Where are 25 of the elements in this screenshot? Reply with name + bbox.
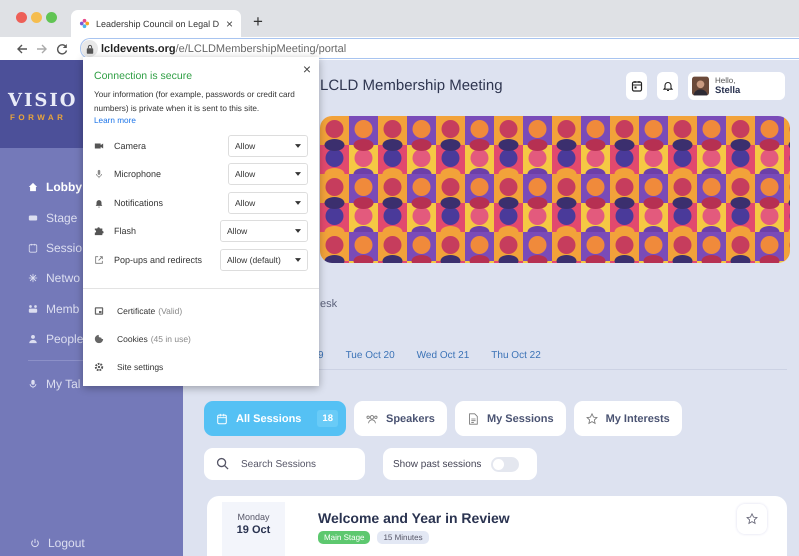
logo-wordmark: VISIO (8, 89, 78, 113)
weekday: Monday (237, 512, 270, 522)
permission-label: Camera (114, 140, 148, 151)
popup-description: Your information (for example, passwords or credit card numbers) is private when it is sent to this site. (94, 89, 296, 115)
session-date: 19 Oct (236, 524, 270, 536)
permission-label: Microphone (114, 169, 162, 180)
permission-label: Pop-ups and redirects (114, 254, 204, 265)
session-title: Welcome and Year in Review (318, 510, 511, 526)
tab-title: Leadership Council on Legal D (96, 18, 220, 28)
url-domain: lcldevents.org (101, 42, 176, 54)
popup-title: Connection is secure (94, 70, 194, 82)
toggle-label: Show past sessions (393, 458, 482, 470)
url-path: /e/LCLDMembershipMeeting/portal (176, 42, 346, 54)
item-detail: (45 in use) (150, 334, 191, 344)
permission-label: Notifications (114, 198, 164, 208)
greeting: Hello, (715, 76, 736, 86)
session-tag: Main Stage (318, 531, 370, 544)
session-tag: 15 Minutes (377, 531, 429, 544)
permission-label: Flash (114, 226, 138, 236)
section-label: esk (320, 297, 338, 312)
event-title: LCLD Membership Meeting (320, 77, 504, 94)
session-count: 18 (317, 410, 338, 427)
logo-tagline: FORWAR (10, 113, 66, 122)
item-detail: (Valid) (158, 306, 182, 316)
user-name: Stella (715, 86, 740, 96)
